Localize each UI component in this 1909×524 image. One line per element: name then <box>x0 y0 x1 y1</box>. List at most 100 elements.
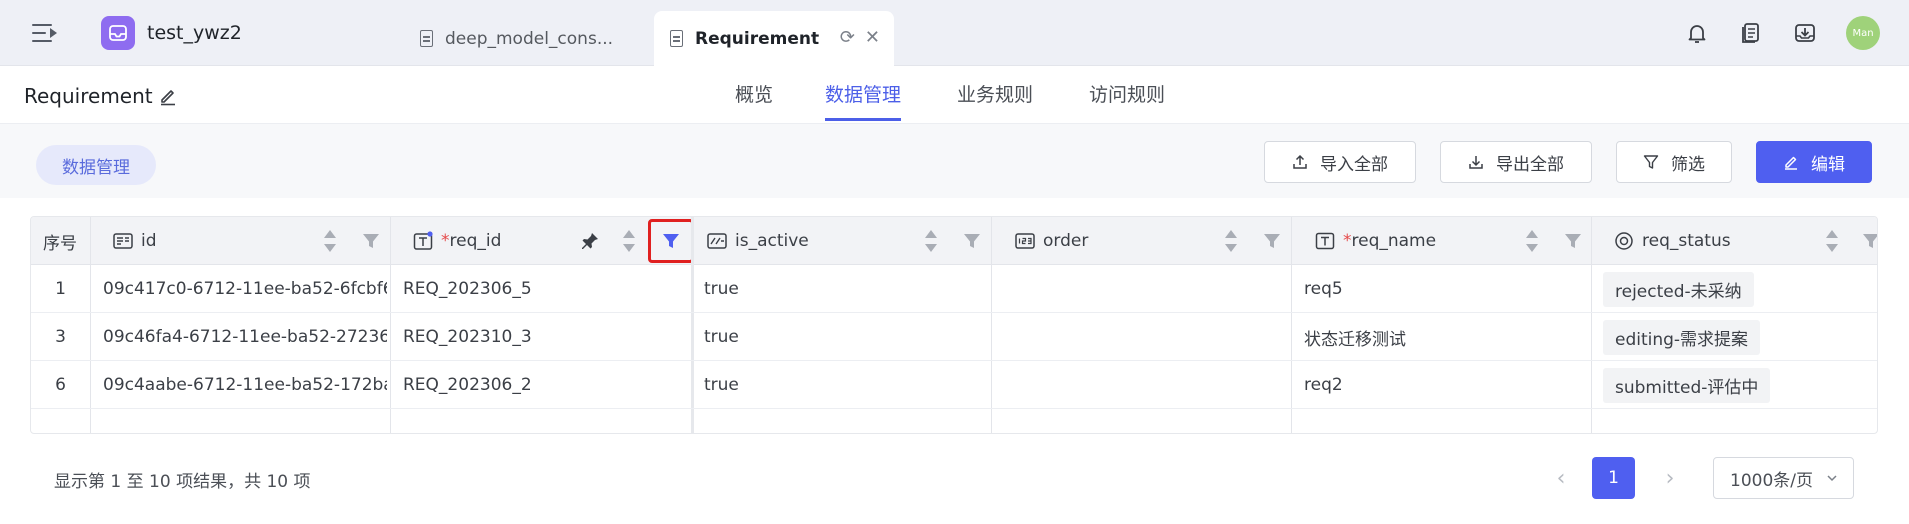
document-icon <box>420 30 433 47</box>
upload-icon <box>1293 154 1307 169</box>
tab-requirement[interactable]: Requirement ⟳ ✕ <box>654 11 894 66</box>
cell-order[interactable] <box>1004 313 1288 361</box>
bell-icon[interactable] <box>1685 21 1709 45</box>
filter-active-icon <box>663 234 679 248</box>
cell-req-id[interactable]: REQ_202306_5 <box>403 265 687 313</box>
tab-data-management[interactable]: 数据管理 <box>825 80 902 121</box>
cell-is-active[interactable]: true <box>704 313 988 361</box>
sort-icon[interactable] <box>1224 229 1238 253</box>
filter-label: 筛选 <box>1671 154 1705 175</box>
cell-req-name[interactable]: req2 <box>1304 361 1588 409</box>
tab-access-rules[interactable]: 访问规则 <box>1089 80 1165 118</box>
cell-seq: 6 <box>55 375 66 395</box>
cell-req-id[interactable]: REQ_202306_2 <box>403 361 687 409</box>
cell-id[interactable]: 09c417c0-6712-11ee-ba52-6fcbf6c <box>103 265 387 313</box>
tab-deep-model[interactable]: deep_model_cons... <box>404 11 654 66</box>
table-row[interactable]: 6 09c4aabe-6712-11ee-ba52-172ba0 REQ_202… <box>31 361 1877 409</box>
cell-is-active[interactable]: true <box>704 361 988 409</box>
status-badge: editing-需求提案 <box>1603 319 1761 355</box>
tab-business-rules[interactable]: 业务规则 <box>957 80 1033 118</box>
close-icon[interactable]: ✕ <box>865 29 880 47</box>
chevron-left-icon[interactable]: ‹ <box>1546 463 1576 493</box>
column-label: req_id <box>449 231 502 251</box>
text-field-icon <box>413 231 433 250</box>
filter-button[interactable]: 筛选 <box>1616 141 1732 183</box>
page-header: Requirement 概览 数据管理 业务规则 访问规则 <box>0 66 1909 124</box>
cell-id[interactable]: 09c46fa4-6712-11ee-ba52-272364 <box>103 313 387 361</box>
import-all-label: 导入全部 <box>1320 154 1388 175</box>
column-label: 序号 <box>43 233 77 254</box>
cell-req-status[interactable]: editing-需求提案 <box>1603 313 1873 361</box>
filter-icon <box>1643 155 1659 169</box>
cell-is-active[interactable]: true <box>704 265 988 313</box>
tab-label: Requirement <box>695 28 820 49</box>
column-label: order <box>1043 231 1089 251</box>
filter-icon[interactable] <box>1861 231 1878 251</box>
tab-overview[interactable]: 概览 <box>735 80 773 118</box>
sort-icon[interactable] <box>924 229 938 253</box>
chevron-right-icon[interactable]: › <box>1655 463 1685 493</box>
menu-toggle-icon[interactable] <box>32 22 58 44</box>
sort-icon[interactable] <box>622 229 636 253</box>
column-header-is-active[interactable]: is_active <box>695 217 995 265</box>
filter-icon[interactable] <box>1262 231 1282 251</box>
page-button-current[interactable]: 1 <box>1592 457 1635 499</box>
cell-req-name[interactable]: req5 <box>1304 265 1588 313</box>
app-name: test_ywz2 <box>147 22 242 44</box>
document-icon <box>670 30 683 47</box>
table-row[interactable]: 1 09c417c0-6712-11ee-ba52-6fcbf6c REQ_20… <box>31 265 1877 313</box>
text-field-icon <box>1315 232 1335 250</box>
top-bar: test_ywz2 deep_model_cons... Requirement… <box>0 0 1909 66</box>
refresh-icon[interactable]: ⟳ <box>840 29 855 47</box>
edit-title-icon[interactable] <box>158 86 178 106</box>
section-chip: 数据管理 <box>36 145 156 185</box>
chevron-down-icon <box>1827 475 1837 482</box>
column-header-order[interactable]: order <box>993 217 1293 265</box>
boolean-icon <box>707 233 727 249</box>
sort-icon[interactable] <box>1825 229 1839 253</box>
number-icon <box>1015 233 1035 249</box>
cell-id[interactable]: 09c4aabe-6712-11ee-ba52-172ba0 <box>103 361 387 409</box>
page-title: Requirement <box>24 84 153 108</box>
req-id-filter-button-highlighted[interactable] <box>648 219 694 263</box>
cell-order[interactable] <box>1004 265 1288 313</box>
app-logo-icon <box>101 16 135 50</box>
cell-req-id[interactable]: REQ_202310_3 <box>403 313 687 361</box>
pin-icon[interactable] <box>580 231 600 251</box>
filter-icon[interactable] <box>361 231 381 251</box>
sort-icon[interactable] <box>323 229 337 253</box>
status-icon <box>1615 232 1633 250</box>
export-all-label: 导出全部 <box>1496 154 1564 175</box>
filter-icon[interactable] <box>962 231 982 251</box>
table-header: 序号 id * req_id is_active order * req_nam… <box>31 217 1878 265</box>
column-label: is_active <box>735 231 809 251</box>
edit-button[interactable]: 编辑 <box>1756 141 1872 183</box>
column-header-req-name[interactable]: * req_name <box>1293 217 1593 265</box>
cell-req-status[interactable]: submitted-评估中 <box>1603 361 1873 409</box>
status-badge: rejected-未采纳 <box>1603 271 1754 307</box>
page-size-select[interactable]: 1000条/页 <box>1713 457 1854 499</box>
required-mark: * <box>441 231 450 251</box>
table-row[interactable]: 3 09c46fa4-6712-11ee-ba52-272364 REQ_202… <box>31 313 1877 361</box>
cell-seq: 3 <box>55 327 66 347</box>
sort-icon[interactable] <box>1525 229 1539 253</box>
filter-icon[interactable] <box>1563 231 1583 251</box>
tab-label: deep_model_cons... <box>445 28 614 49</box>
toolbar: 数据管理 导入全部 导出全部 筛选 编辑 <box>0 124 1909 198</box>
export-all-button[interactable]: 导出全部 <box>1440 141 1592 183</box>
inbox-download-icon[interactable] <box>1793 21 1817 45</box>
column-label: req_name <box>1351 231 1437 251</box>
column-header-seq: 序号 <box>43 217 77 265</box>
pagination-summary: 显示第 1 至 10 项结果，共 10 项 <box>54 472 311 492</box>
edit-label: 编辑 <box>1811 154 1845 175</box>
status-badge: submitted-评估中 <box>1603 367 1771 403</box>
user-avatar[interactable]: Man <box>1846 16 1880 50</box>
cell-req-name[interactable]: 状态迁移测试 <box>1304 313 1588 361</box>
edit-icon <box>1785 156 1797 170</box>
cell-req-status[interactable]: rejected-未采纳 <box>1603 265 1873 313</box>
column-label: id <box>141 231 157 251</box>
download-icon <box>1469 156 1483 169</box>
import-all-button[interactable]: 导入全部 <box>1264 141 1416 183</box>
documents-icon[interactable] <box>1739 21 1763 45</box>
cell-order[interactable] <box>1004 361 1288 409</box>
